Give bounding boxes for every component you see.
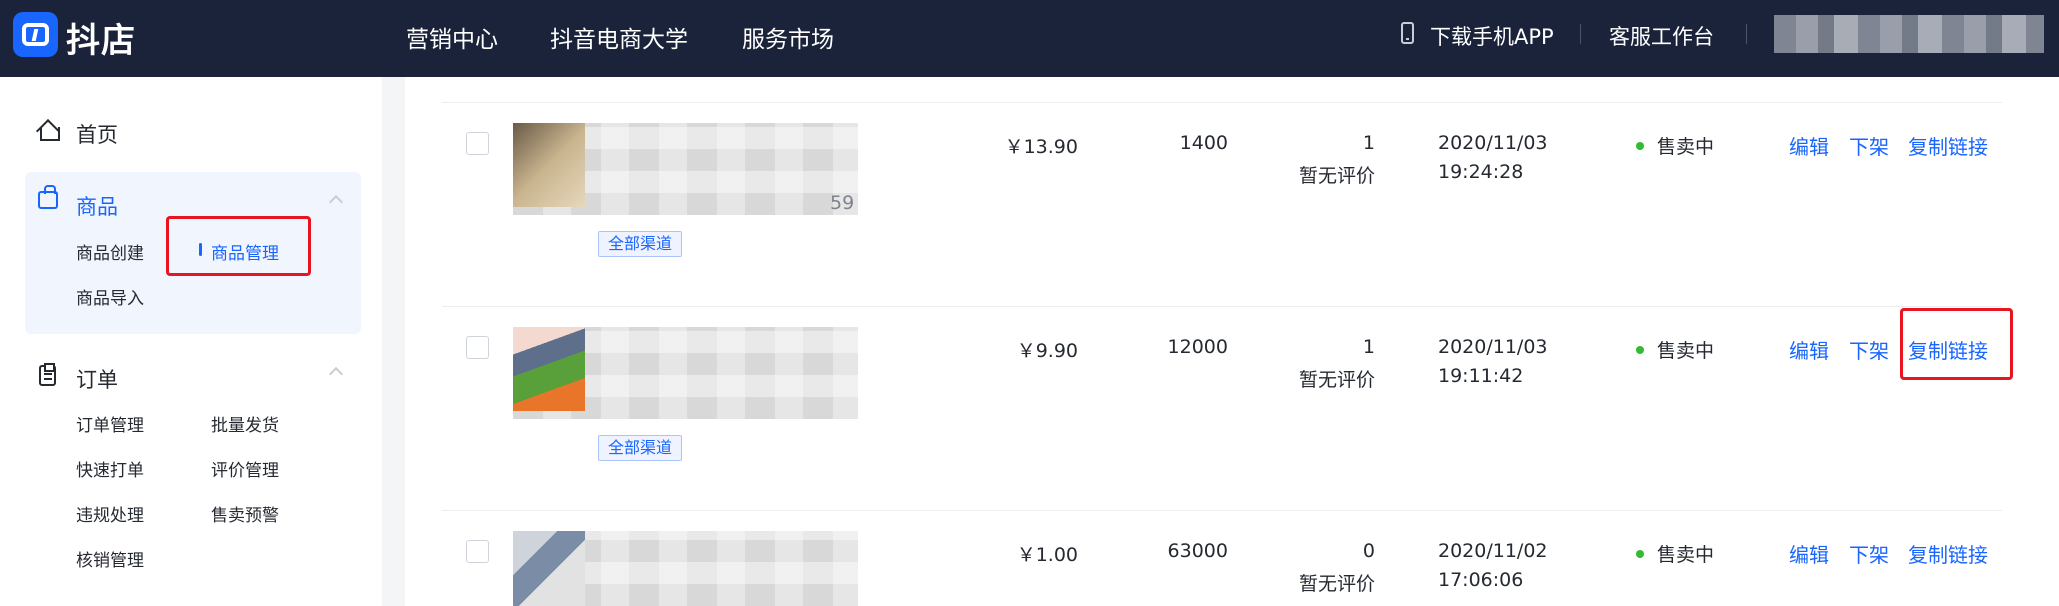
sidebar-item-verification[interactable]: 核销管理 bbox=[76, 546, 144, 571]
product-review: 暂无评价 bbox=[1298, 165, 1375, 187]
status-dot bbox=[1636, 550, 1644, 558]
sidebar-item-product-create[interactable]: 商品创建 bbox=[76, 239, 144, 264]
row-checkbox[interactable] bbox=[466, 336, 489, 359]
highlight-box-copy-link bbox=[1900, 308, 2013, 380]
clipboard-icon bbox=[39, 363, 56, 386]
sidebar-group-products-title[interactable]: 商品 bbox=[76, 191, 118, 221]
mobile-phone-icon bbox=[1401, 22, 1414, 44]
copy-link-button[interactable]: 复制链接 bbox=[1908, 539, 1988, 568]
product-info-blurred[interactable] bbox=[513, 327, 858, 419]
shopping-bag-icon bbox=[38, 185, 58, 209]
product-sales: 0 bbox=[1362, 540, 1375, 562]
product-price: ￥9.90 bbox=[1016, 340, 1078, 362]
highlight-box-product-manage bbox=[166, 216, 311, 276]
sidebar-item-order-manage[interactable]: 订单管理 bbox=[76, 411, 144, 436]
row-divider bbox=[442, 102, 2002, 103]
product-time: 17:06:06 bbox=[1438, 569, 1524, 591]
brand-name[interactable]: 抖店 bbox=[66, 13, 136, 62]
product-review: 暂无评价 bbox=[1298, 573, 1375, 595]
product-date: 2020/11/03 bbox=[1438, 336, 1548, 358]
row-checkbox[interactable] bbox=[466, 540, 489, 563]
sidebar-item-product-import[interactable]: 商品导入 bbox=[76, 284, 144, 309]
product-image[interactable] bbox=[513, 123, 585, 207]
nav-ecommerce-university[interactable]: 抖音电商大学 bbox=[550, 20, 688, 54]
sidebar-item-quick-print[interactable]: 快速打单 bbox=[76, 456, 144, 481]
product-price: ￥13.90 bbox=[1004, 136, 1078, 158]
status-dot bbox=[1636, 142, 1644, 150]
product-title-suffix: 59 bbox=[830, 192, 855, 214]
nav-divider bbox=[1746, 24, 1747, 44]
channel-tag: 全部渠道 bbox=[598, 435, 682, 461]
status-badge: 售卖中 bbox=[1657, 136, 1715, 158]
channel-tag: 全部渠道 bbox=[598, 231, 682, 257]
product-time: 19:11:42 bbox=[1438, 365, 1524, 387]
row-checkbox[interactable] bbox=[466, 132, 489, 155]
edit-link[interactable]: 编辑 bbox=[1789, 335, 1829, 364]
product-price: ￥1.00 bbox=[1016, 544, 1078, 566]
delist-link[interactable]: 下架 bbox=[1849, 131, 1889, 160]
edit-link[interactable]: 编辑 bbox=[1789, 539, 1829, 568]
product-stock: 12000 bbox=[1167, 336, 1228, 358]
nav-marketing-center[interactable]: 营销中心 bbox=[406, 20, 498, 54]
product-info-blurred[interactable] bbox=[513, 123, 858, 215]
sidebar-item-violation[interactable]: 违规处理 bbox=[76, 501, 144, 526]
customer-service-desk-link[interactable]: 客服工作台 bbox=[1609, 21, 1714, 51]
row-divider bbox=[442, 510, 2002, 511]
sidebar: 首页 商品 商品创建 商品管理 商品导入 订单 订单管理 批量发货 快速打单 评… bbox=[0, 77, 382, 606]
chevron-up-icon[interactable] bbox=[328, 366, 344, 382]
product-review: 暂无评价 bbox=[1298, 369, 1375, 391]
sidebar-group-orders-title[interactable]: 订单 bbox=[76, 364, 118, 394]
sidebar-item-review-manage[interactable]: 评价管理 bbox=[211, 456, 279, 481]
product-info-blurred[interactable] bbox=[513, 531, 858, 606]
delist-link[interactable]: 下架 bbox=[1849, 539, 1889, 568]
product-date: 2020/11/03 bbox=[1438, 132, 1548, 154]
product-image[interactable] bbox=[513, 531, 585, 606]
brand-logo-icon[interactable] bbox=[13, 12, 58, 57]
product-sales: 1 bbox=[1362, 336, 1375, 358]
status-badge: 售卖中 bbox=[1657, 340, 1715, 362]
download-app-link[interactable]: 下载手机APP bbox=[1430, 21, 1554, 51]
status-badge: 售卖中 bbox=[1657, 544, 1715, 566]
nav-divider bbox=[1580, 24, 1581, 44]
edit-link[interactable]: 编辑 bbox=[1789, 131, 1829, 160]
product-image[interactable] bbox=[513, 327, 585, 411]
product-time: 19:24:28 bbox=[1438, 161, 1524, 183]
sidebar-item-home[interactable]: 首页 bbox=[76, 119, 118, 149]
nav-service-market[interactable]: 服务市场 bbox=[742, 20, 834, 54]
top-navigation-bar: 抖店 营销中心 抖音电商大学 服务市场 下载手机APP 客服工作台 bbox=[0, 0, 2059, 77]
row-divider bbox=[442, 306, 2002, 307]
sidebar-item-batch-ship[interactable]: 批量发货 bbox=[211, 411, 279, 436]
status-dot bbox=[1636, 346, 1644, 354]
home-icon bbox=[37, 119, 60, 141]
account-info-blurred[interactable] bbox=[1774, 15, 2044, 53]
product-sales: 1 bbox=[1362, 132, 1375, 154]
product-date: 2020/11/02 bbox=[1438, 540, 1548, 562]
product-stock: 63000 bbox=[1167, 540, 1228, 562]
copy-link-button[interactable]: 复制链接 bbox=[1908, 131, 1988, 160]
sidebar-item-sales-warning[interactable]: 售卖预警 bbox=[211, 501, 279, 526]
delist-link[interactable]: 下架 bbox=[1849, 335, 1889, 364]
product-stock: 1400 bbox=[1179, 132, 1228, 154]
